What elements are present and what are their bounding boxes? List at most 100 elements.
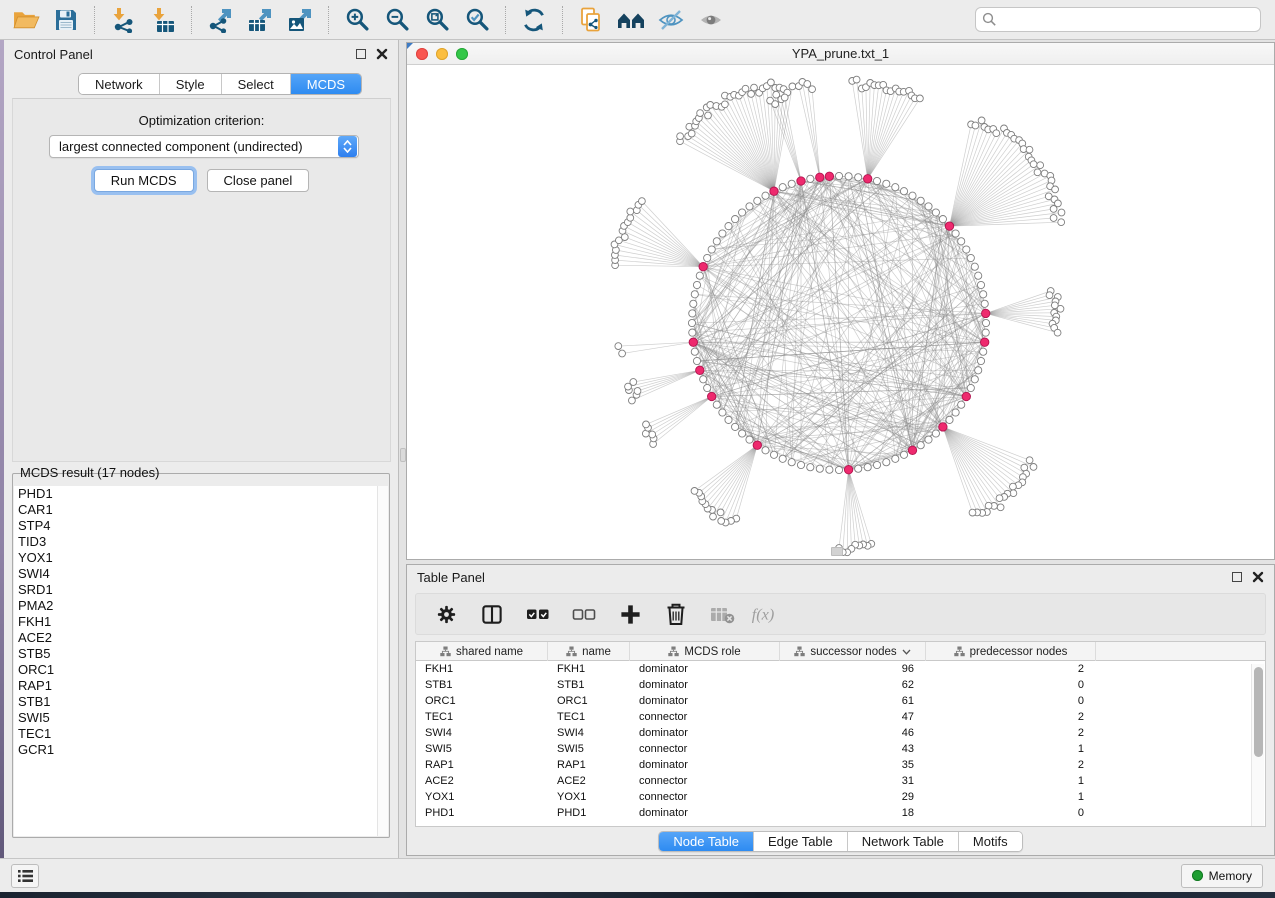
cell-successor_nodes[interactable]: 18 [780,805,926,821]
cell-successor_nodes[interactable]: 29 [780,789,926,805]
column-header-shared-name[interactable]: shared name [416,642,548,661]
column-header-predecessor-nodes[interactable]: predecessor nodes [926,642,1096,661]
export-network-button[interactable] [200,3,240,37]
network-window-titlebar[interactable]: YPA_prune.txt_1 [407,43,1274,65]
mcds-result-item[interactable]: SWI5 [14,710,388,726]
cell-name[interactable]: SWI4 [548,725,630,741]
import-table-button[interactable] [143,3,183,37]
table-row[interactable]: FKH1FKH1dominator962 [416,661,1265,677]
tab-style[interactable]: Style [160,74,222,94]
mcds-result-item[interactable]: PMA2 [14,598,388,614]
first-neighbors-button[interactable] [611,3,651,37]
mcds-result-item[interactable]: YOX1 [14,550,388,566]
mcds-result-item[interactable]: ACE2 [14,630,388,646]
table-tab-network-table[interactable]: Network Table [848,832,959,851]
cell-mcds_role[interactable]: connector [630,789,780,805]
cell-mcds_role[interactable]: connector [630,773,780,789]
mcds-result-item[interactable]: CAR1 [14,502,388,518]
table-scrollbar[interactable] [1251,664,1264,827]
cell-mcds_role[interactable]: dominator [630,661,780,677]
cell-name[interactable]: FKH1 [548,661,630,677]
cell-name[interactable]: PHD1 [548,805,630,821]
function-builder-button[interactable]: f(x) [750,597,786,631]
table-scrollbar-thumb[interactable] [1254,667,1263,757]
zoom-in-button[interactable] [337,3,377,37]
hide-selected-button[interactable] [651,3,691,37]
show-column-panel-button[interactable] [474,597,510,631]
table-row[interactable]: SWI4SWI4dominator462 [416,725,1265,741]
mcds-result-item[interactable]: GCR1 [14,742,388,758]
column-header-successor-nodes[interactable]: successor nodes [780,642,926,661]
cell-successor_nodes[interactable]: 61 [780,693,926,709]
zoom-fit-button[interactable] [417,3,457,37]
table-row[interactable]: ACE2ACE2connector311 [416,773,1265,789]
cell-shared_name[interactable]: STB1 [416,677,548,693]
cell-shared_name[interactable]: ACE2 [416,773,548,789]
cell-successor_nodes[interactable]: 31 [780,773,926,789]
cell-successor_nodes[interactable]: 62 [780,677,926,693]
cell-mcds_role[interactable]: connector [630,709,780,725]
table-row[interactable]: STB1STB1dominator620 [416,677,1265,693]
mcds-result-item[interactable]: STB1 [14,694,388,710]
criterion-select[interactable]: largest connected component (undirected) [49,135,359,158]
cell-predecessor_nodes[interactable]: 1 [926,789,1096,805]
cell-name[interactable]: ACE2 [548,773,630,789]
cell-name[interactable]: YOX1 [548,789,630,805]
cell-predecessor_nodes[interactable]: 0 [926,693,1096,709]
mcds-result-item[interactable]: TEC1 [14,726,388,742]
zoom-out-button[interactable] [377,3,417,37]
cell-predecessor_nodes[interactable]: 2 [926,725,1096,741]
cell-mcds_role[interactable]: dominator [630,677,780,693]
cell-predecessor_nodes[interactable]: 2 [926,757,1096,773]
cell-name[interactable]: STB1 [548,677,630,693]
memory-button[interactable]: Memory [1181,864,1263,888]
run-mcds-button[interactable]: Run MCDS [94,169,194,192]
mcds-result-item[interactable]: STP4 [14,518,388,534]
export-image-button[interactable] [280,3,320,37]
import-network-button[interactable] [103,3,143,37]
mcds-result-item[interactable]: SRD1 [14,582,388,598]
cell-shared_name[interactable]: SWI4 [416,725,548,741]
cell-shared_name[interactable]: SWI5 [416,741,548,757]
cell-name[interactable]: RAP1 [548,757,630,773]
cell-mcds_role[interactable]: connector [630,741,780,757]
cell-predecessor_nodes[interactable]: 2 [926,709,1096,725]
column-header-MCDS-role[interactable]: MCDS role [630,642,780,661]
mcds-result-item[interactable]: RAP1 [14,678,388,694]
cell-successor_nodes[interactable]: 96 [780,661,926,677]
tab-mcds[interactable]: MCDS [291,74,361,94]
clone-network-button[interactable] [571,3,611,37]
cell-mcds_role[interactable]: dominator [630,693,780,709]
cell-predecessor_nodes[interactable]: 1 [926,773,1096,789]
cell-name[interactable]: TEC1 [548,709,630,725]
cell-shared_name[interactable]: ORC1 [416,693,548,709]
select-all-button[interactable] [520,597,556,631]
float-panel-icon[interactable] [1232,572,1242,582]
search-input[interactable] [975,7,1261,32]
table-row[interactable]: YOX1YOX1connector291 [416,789,1265,805]
mcds-result-item[interactable]: PHD1 [14,486,388,502]
export-table-button[interactable] [240,3,280,37]
cell-name[interactable]: ORC1 [548,693,630,709]
cell-successor_nodes[interactable]: 35 [780,757,926,773]
cell-successor_nodes[interactable]: 43 [780,741,926,757]
show-all-button[interactable] [691,3,731,37]
cell-successor_nodes[interactable]: 47 [780,709,926,725]
refresh-button[interactable] [514,3,554,37]
table-row[interactable]: TEC1TEC1connector472 [416,709,1265,725]
tab-network[interactable]: Network [79,74,160,94]
table-settings-button[interactable] [428,597,464,631]
float-panel-icon[interactable] [356,49,366,59]
horizontal-splitter-handle[interactable] [831,547,843,556]
close-panel-icon[interactable] [376,48,388,60]
cell-predecessor_nodes[interactable]: 0 [926,677,1096,693]
tab-select[interactable]: Select [222,74,291,94]
cell-shared_name[interactable]: FKH1 [416,661,548,677]
mcds-list-scrollbar[interactable] [377,486,388,836]
unselect-all-button[interactable] [566,597,602,631]
mcds-result-item[interactable]: ORC1 [14,662,388,678]
cell-successor_nodes[interactable]: 46 [780,725,926,741]
open-file-button[interactable] [6,3,46,37]
cell-mcds_role[interactable]: dominator [630,805,780,821]
cell-predecessor_nodes[interactable]: 1 [926,741,1096,757]
